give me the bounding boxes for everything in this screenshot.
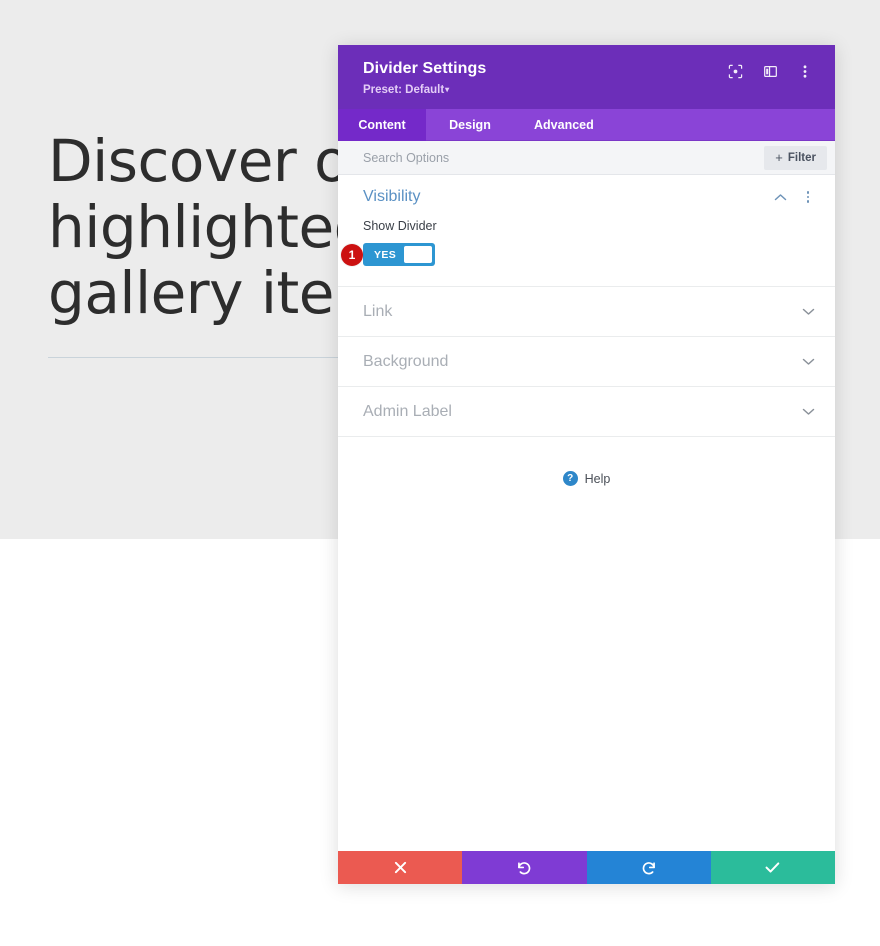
redo-button[interactable] bbox=[586, 851, 711, 884]
option-group-visibility: Visibility Show Divider 1 YES bbox=[338, 175, 835, 287]
modal-header-icons bbox=[727, 55, 813, 79]
group-kebab-menu-icon[interactable] bbox=[801, 189, 815, 205]
chevron-down-icon-background[interactable] bbox=[801, 355, 815, 369]
group-header-visibility[interactable]: Visibility bbox=[338, 175, 835, 219]
option-group-background[interactable]: Background bbox=[338, 337, 835, 387]
kebab-menu-icon[interactable] bbox=[797, 63, 813, 79]
modal-header-titles: Divider Settings Preset: Default▾ bbox=[363, 55, 486, 99]
field-show-divider: Show Divider 1 YES bbox=[338, 219, 835, 266]
modal-header: Divider Settings Preset: Default▾ bbox=[338, 45, 835, 109]
option-group-link[interactable]: Link bbox=[338, 287, 835, 337]
toggle-knob[interactable] bbox=[404, 246, 433, 263]
plus-icon: + bbox=[775, 150, 783, 165]
help-row[interactable]: ? Help bbox=[338, 437, 835, 486]
save-button[interactable] bbox=[710, 851, 835, 884]
search-filter-row: + Filter bbox=[338, 141, 835, 175]
preset-label: Preset: Default bbox=[363, 84, 445, 96]
chevron-up-icon[interactable] bbox=[773, 190, 787, 204]
help-label[interactable]: Help bbox=[585, 472, 611, 486]
show-divider-toggle-wrap: 1 YES bbox=[341, 243, 436, 266]
cancel-button[interactable] bbox=[338, 851, 463, 884]
layout-panel-icon[interactable] bbox=[762, 63, 778, 79]
checkmark-icon bbox=[765, 861, 780, 874]
preset-caret-icon: ▾ bbox=[445, 85, 450, 94]
modal-footer-actions bbox=[338, 851, 835, 884]
step-badge-1: 1 bbox=[341, 243, 363, 266]
focus-target-icon[interactable] bbox=[727, 63, 743, 79]
group-title-visibility: Visibility bbox=[363, 188, 421, 205]
group-title-link: Link bbox=[363, 302, 393, 320]
group-title-admin-label: Admin Label bbox=[363, 402, 452, 420]
tab-content[interactable]: Content bbox=[338, 109, 426, 141]
modal-options-body: Visibility Show Divider 1 YES Link Backg… bbox=[338, 175, 835, 851]
group-title-background: Background bbox=[363, 352, 449, 370]
toggle-value-label: YES bbox=[374, 248, 397, 261]
filter-button[interactable]: + Filter bbox=[764, 145, 827, 170]
field-label-show-divider: Show Divider bbox=[363, 219, 437, 233]
close-icon bbox=[394, 861, 407, 874]
option-group-admin-label[interactable]: Admin Label bbox=[338, 387, 835, 437]
chevron-down-icon-link[interactable] bbox=[801, 305, 815, 319]
show-divider-toggle[interactable]: YES bbox=[363, 243, 436, 266]
tab-advanced[interactable]: Advanced bbox=[514, 109, 614, 141]
chevron-down-icon-admin-label[interactable] bbox=[801, 405, 815, 419]
redo-icon bbox=[641, 860, 657, 876]
group-header-icons bbox=[773, 189, 815, 205]
modal-tab-bar: Content Design Advanced bbox=[338, 109, 835, 141]
modal-title: Divider Settings bbox=[363, 60, 487, 77]
help-question-icon[interactable]: ? bbox=[562, 471, 578, 486]
preset-selector[interactable]: Preset: Default▾ bbox=[363, 82, 486, 99]
divider-settings-modal: Divider Settings Preset: Default▾ Conten… bbox=[338, 45, 835, 884]
tab-design[interactable]: Design bbox=[426, 109, 514, 141]
undo-button[interactable] bbox=[462, 851, 587, 884]
filter-button-label: Filter bbox=[787, 151, 816, 164]
undo-icon bbox=[516, 860, 532, 876]
search-options-input[interactable] bbox=[363, 142, 663, 173]
